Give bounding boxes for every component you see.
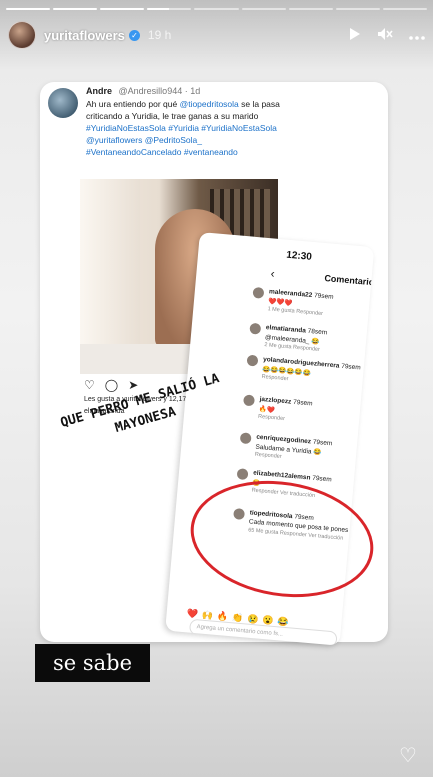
comment-row: elmatiaranda 78sem @maleeranda_ 😂 2 Me gus…: [193, 318, 367, 353]
post-actions: ♡ ◯ ➤: [84, 378, 138, 392]
tweet-handle: @Andresillo944 · 1d: [118, 86, 201, 96]
play-icon[interactable]: [349, 27, 361, 44]
tweet-mention: @tiopedritosola: [179, 99, 239, 109]
heart-outline-icon: ♡: [84, 378, 95, 392]
comment-reply: Responder: [261, 373, 289, 383]
comment-avatar: [249, 322, 262, 335]
comment-row: cenriquezgodinez 79sem Saludame a Yuridia…: [183, 427, 357, 460]
progress-segment: [100, 8, 145, 10]
progress-segment: [6, 8, 51, 10]
share-icon: ➤: [128, 378, 139, 392]
comment-avatar: [246, 354, 259, 367]
comment-row: elizabeth12alemsn 79sem 😂 Responder Ver tr…: [180, 463, 354, 499]
tweet-header: Andre @Andresillo944 · 1d: [86, 86, 200, 96]
tweet-avatar: [48, 88, 78, 118]
more-icon[interactable]: [409, 27, 425, 43]
mute-icon[interactable]: [377, 27, 393, 44]
story-header: yuritaflowers ✓ 19 h: [8, 20, 425, 50]
progress-segment: [241, 8, 286, 10]
comment-icon: ◯: [104, 378, 119, 392]
progress-segment: [194, 8, 239, 10]
progress-segment: [53, 8, 98, 10]
avatar[interactable]: [8, 21, 36, 49]
comment-avatar: [236, 468, 249, 481]
tweet-hashtags: #YuridiaNoEstasSola #Yuridia #YuridiaNoE…: [86, 123, 277, 157]
phone-time: 12:30: [285, 249, 313, 263]
heart-icon[interactable]: ♡: [397, 745, 419, 767]
back-arrow-icon: ‹: [270, 266, 276, 281]
progress-segment: [147, 8, 192, 10]
tweet-text: Ah ura entiendo por qué @tiopedritosola …: [86, 98, 286, 158]
tweet-text-part: Ah ura entiendo por qué: [86, 99, 180, 109]
comment-avatar: [252, 286, 265, 299]
story-controls: [349, 27, 425, 44]
se-sabe-sticker: se sabe: [35, 644, 150, 682]
progress-segment: [288, 8, 333, 10]
comment-avatar: [243, 394, 255, 407]
comment-avatar: [239, 432, 252, 445]
username[interactable]: yuritaflowers: [44, 28, 125, 43]
story-timestamp: 19 h: [147, 28, 172, 42]
tweet-author: Andre: [86, 86, 113, 96]
comment-reply: Responder: [254, 451, 282, 460]
progress-segment: [335, 8, 380, 10]
progress-segment: [382, 8, 427, 10]
verified-badge-icon: ✓: [128, 29, 140, 41]
story-viewer: yuritaflowers ✓ 19 h Andre @Andresillo94…: [0, 0, 433, 777]
comment-text: 🔥❤️: [258, 405, 276, 415]
comment-row: yolandarodriguezherrera 79sem 😂😂😂😂😂😂 Respo…: [190, 350, 364, 382]
comments-title: Comentarios: [324, 273, 375, 288]
story-progress-bar: [6, 8, 427, 10]
comment-reply: 1 Me gusta Responder: [267, 306, 324, 318]
comment-reply: Responder: [257, 413, 286, 423]
